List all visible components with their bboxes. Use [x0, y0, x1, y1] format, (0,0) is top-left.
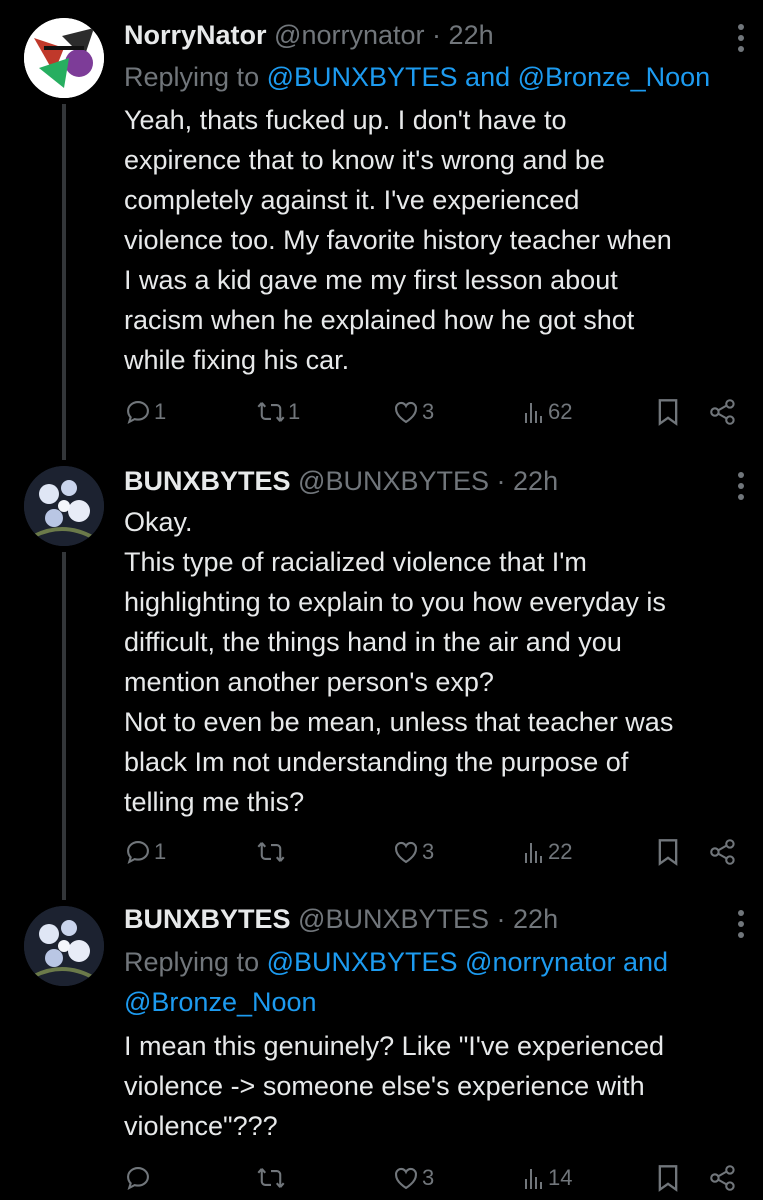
tweet-bunxbytes-2[interactable]: BUNXBYTES @BUNXBYTES · 22h Replying to @… — [0, 900, 763, 1200]
heart-icon — [395, 841, 417, 864]
reply-button[interactable]: 1 — [124, 832, 166, 872]
bookmark-icon — [658, 399, 678, 426]
bookmark-button[interactable] — [656, 832, 680, 872]
tweet-text: Yeah, thats fucked up. I don't have to e… — [124, 105, 672, 375]
action-bar: 1 1 3 62 — [124, 392, 743, 432]
timestamp[interactable]: 22h — [513, 904, 558, 934]
views-button[interactable]: 62 — [522, 392, 572, 432]
user-handle[interactable]: @BUNXBYTES — [298, 466, 489, 496]
replying-to: Replying to @BUNXBYTES @norrynator and @… — [124, 942, 747, 1022]
tweet-header: NorryNator @norrynator · 22h — [124, 18, 723, 52]
thread-line — [62, 104, 66, 460]
like-count: 3 — [422, 1165, 435, 1190]
replying-to-label: Replying to — [124, 62, 260, 92]
thread-line — [62, 552, 66, 900]
display-name[interactable]: BUNXBYTES — [124, 904, 291, 934]
share-button[interactable] — [708, 392, 738, 432]
bookmark-icon — [658, 839, 678, 866]
reply-button[interactable]: 1 — [124, 392, 166, 432]
avatar-image — [24, 18, 104, 98]
tweet-text: Okay. This type of racialized violence t… — [124, 507, 674, 817]
views-icon — [525, 403, 542, 423]
avatar-image — [24, 906, 104, 986]
reply-icon — [127, 841, 149, 864]
separator-dot: · — [496, 904, 506, 934]
reply-mentions-continued[interactable]: @Bronze_Noon — [124, 987, 317, 1017]
reply-mentions[interactable]: @BUNXBYTES @norrynator and — [267, 947, 668, 977]
views-icon — [525, 843, 542, 863]
more-icon[interactable] — [737, 472, 745, 505]
like-button[interactable]: 3 — [392, 392, 434, 432]
repost-button[interactable] — [256, 1158, 288, 1198]
timestamp[interactable]: 22h — [449, 20, 494, 50]
repost-icon — [257, 1168, 285, 1188]
avatar[interactable] — [24, 906, 104, 986]
replying-to-label: Replying to — [124, 947, 260, 977]
bookmark-icon — [658, 1165, 678, 1192]
reply-count: 1 — [154, 399, 167, 424]
repost-button[interactable] — [256, 832, 288, 872]
heart-icon — [395, 1167, 417, 1190]
more-icon[interactable] — [737, 910, 745, 943]
share-button[interactable] — [708, 832, 738, 872]
timestamp[interactable]: 22h — [513, 466, 558, 496]
user-handle[interactable]: @norrynator — [274, 20, 424, 50]
bookmark-button[interactable] — [656, 392, 680, 432]
replying-to: Replying to @BUNXBYTES and @Bronze_Noon — [124, 57, 747, 97]
action-bar: 3 14 — [124, 1158, 743, 1198]
repost-icon — [257, 402, 285, 422]
views-icon — [525, 1169, 542, 1189]
display-name[interactable]: NorryNator — [124, 20, 267, 50]
separator-dot: · — [496, 466, 506, 496]
reply-mentions[interactable]: @BUNXBYTES and @Bronze_Noon — [267, 62, 711, 92]
share-icon — [710, 839, 735, 865]
view-count: 22 — [548, 839, 573, 864]
like-count: 3 — [422, 839, 435, 864]
view-count: 62 — [548, 399, 573, 424]
avatar-image — [24, 466, 104, 546]
repost-button[interactable]: 1 — [256, 392, 300, 432]
share-button[interactable] — [708, 1158, 738, 1198]
separator-dot: · — [432, 20, 442, 50]
reply-button[interactable] — [124, 1158, 154, 1198]
tweet-norrynator[interactable]: NorryNator @norrynator · 22h Replying to… — [0, 0, 763, 460]
tweet-text: I mean this genuinely? Like "I've experi… — [124, 1031, 665, 1141]
reply-icon — [127, 401, 149, 424]
avatar[interactable] — [24, 466, 104, 546]
reply-icon — [127, 1167, 149, 1190]
repost-count: 1 — [288, 399, 301, 424]
like-button[interactable]: 3 — [392, 832, 434, 872]
like-count: 3 — [422, 399, 435, 424]
views-button[interactable]: 14 — [522, 1158, 572, 1198]
tweet-header: BUNXBYTES @BUNXBYTES · 22h — [124, 902, 723, 936]
repost-icon — [257, 842, 285, 862]
share-icon — [710, 399, 735, 425]
like-button[interactable]: 3 — [392, 1158, 434, 1198]
user-handle[interactable]: @BUNXBYTES — [298, 904, 489, 934]
heart-icon — [395, 401, 417, 424]
reply-count: 1 — [154, 839, 167, 864]
view-count: 14 — [548, 1165, 573, 1190]
tweet-header: BUNXBYTES @BUNXBYTES · 22h — [124, 464, 723, 498]
bookmark-button[interactable] — [656, 1158, 680, 1198]
views-button[interactable]: 22 — [522, 832, 572, 872]
display-name[interactable]: BUNXBYTES — [124, 466, 291, 496]
share-icon — [710, 1165, 735, 1191]
action-bar: 1 3 22 — [124, 832, 743, 872]
tweet-bunxbytes-1[interactable]: BUNXBYTES @BUNXBYTES · 22h Okay. This ty… — [0, 460, 763, 900]
avatar[interactable] — [24, 18, 104, 98]
more-icon[interactable] — [737, 24, 745, 57]
